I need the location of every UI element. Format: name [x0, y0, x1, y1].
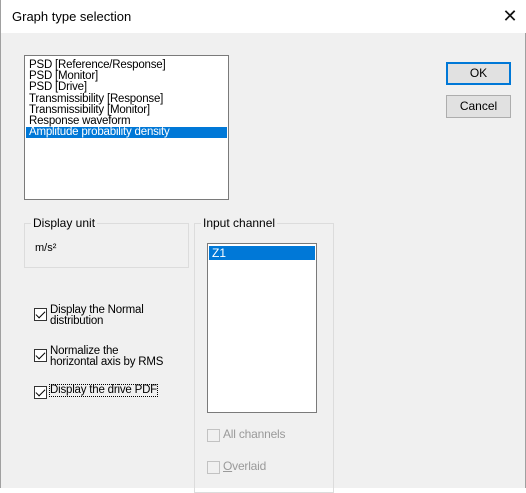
all-channels-label: All channels [223, 427, 286, 441]
all-channels-option[interactable]: All channels [207, 426, 286, 442]
ok-button[interactable]: OK [446, 62, 511, 85]
drive-pdf-checkbox[interactable] [34, 386, 47, 399]
normal-distribution-option[interactable]: Display the Normal distribution [34, 304, 144, 327]
display-unit-label: Display unit [31, 216, 98, 230]
overlaid-option[interactable]: Overlaid [207, 458, 266, 474]
normal-distribution-label-2: distribution [50, 315, 104, 327]
normalize-rms-checkbox[interactable] [34, 349, 47, 362]
drive-pdf-label: Display the drive PDF [48, 384, 159, 397]
channel-item[interactable]: Z1 [209, 246, 315, 260]
input-channel-list[interactable]: Z1 [207, 243, 317, 413]
graph-type-item-selected[interactable]: Amplitude probability density [26, 126, 227, 139]
overlaid-label: verlaid [232, 459, 267, 473]
graph-type-list[interactable]: PSD [Reference/Response] PSD [Monitor] P… [24, 55, 229, 200]
drive-pdf-option[interactable]: Display the drive PDF [34, 383, 159, 399]
normalize-rms-label-2: horizontal axis by RMS [50, 356, 164, 368]
display-unit-value: m/s² [35, 242, 57, 254]
graph-type-item[interactable]: PSD [Drive] [26, 82, 227, 94]
overlaid-accelerator: O [223, 459, 233, 473]
normalize-rms-option[interactable]: Normalize the horizontal axis by RMS [34, 345, 164, 368]
close-button[interactable]: ✕ [493, 0, 526, 33]
window-title: Graph type selection [12, 9, 132, 24]
normal-distribution-checkbox[interactable] [34, 308, 47, 321]
graph-type-dialog: Graph type selection ✕ PSD [Reference/Re… [0, 0, 526, 493]
all-channels-checkbox[interactable] [207, 429, 220, 442]
overlaid-checkbox[interactable] [207, 461, 220, 474]
input-channel-label: Input channel [201, 216, 278, 230]
close-icon: ✕ [502, 6, 518, 26]
cancel-button[interactable]: Cancel [446, 95, 511, 118]
title-bar: Graph type selection ✕ [1, 0, 526, 33]
display-unit-group: Display unit m/s² [24, 216, 189, 268]
